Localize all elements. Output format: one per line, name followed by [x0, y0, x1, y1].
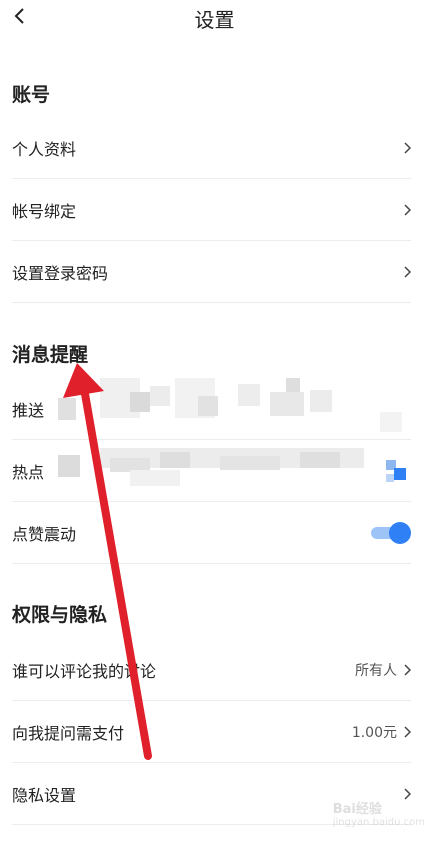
row-label: 向我提问需支付: [12, 724, 125, 743]
row-label: 谁可以评论我的讨论: [12, 662, 157, 681]
chevron-right-icon: [404, 142, 411, 154]
watermark-sub: jingyan.baidu.com: [332, 817, 425, 828]
chevron-right-icon: [404, 726, 411, 738]
row-login-password[interactable]: 设置登录密码: [12, 241, 411, 303]
chevron-right-icon: [404, 664, 411, 676]
like-vibration-toggle[interactable]: [371, 522, 411, 544]
page-title: 设置: [194, 8, 235, 32]
row-value: 1.00元: [351, 725, 397, 741]
row-label: 热点: [12, 463, 45, 482]
row-label: 个人资料: [12, 140, 77, 159]
row-who-can-comment[interactable]: 谁可以评论我的讨论 所有人: [12, 639, 411, 701]
section-title-privacy: 权限与隐私: [12, 604, 108, 626]
row-like-vibration[interactable]: 点赞震动: [12, 502, 411, 564]
watermark: Bai经验 jingyan.baidu.com: [333, 798, 425, 828]
section-title-notifications: 消息提醒: [12, 344, 89, 366]
row-label: 帐号绑定: [12, 202, 77, 221]
chevron-right-icon: [404, 204, 411, 216]
row-label: 推送: [12, 401, 45, 420]
header-bar: 设置: [0, 0, 429, 36]
watermark-text: Bai经验: [332, 802, 382, 817]
chevron-right-icon: [404, 266, 411, 278]
row-label: 点赞震动: [12, 525, 77, 544]
row-label: 设置登录密码: [12, 264, 109, 283]
row-account-binding[interactable]: 帐号绑定: [12, 179, 411, 241]
row-profile[interactable]: 个人资料: [12, 117, 411, 179]
section-title-account: 账号: [12, 84, 51, 106]
row-value: 所有人: [355, 663, 397, 679]
toggle-knob: [389, 522, 411, 544]
row-label: 隐私设置: [12, 786, 77, 805]
row-question-fee[interactable]: 向我提问需支付 1.00元: [12, 701, 411, 763]
